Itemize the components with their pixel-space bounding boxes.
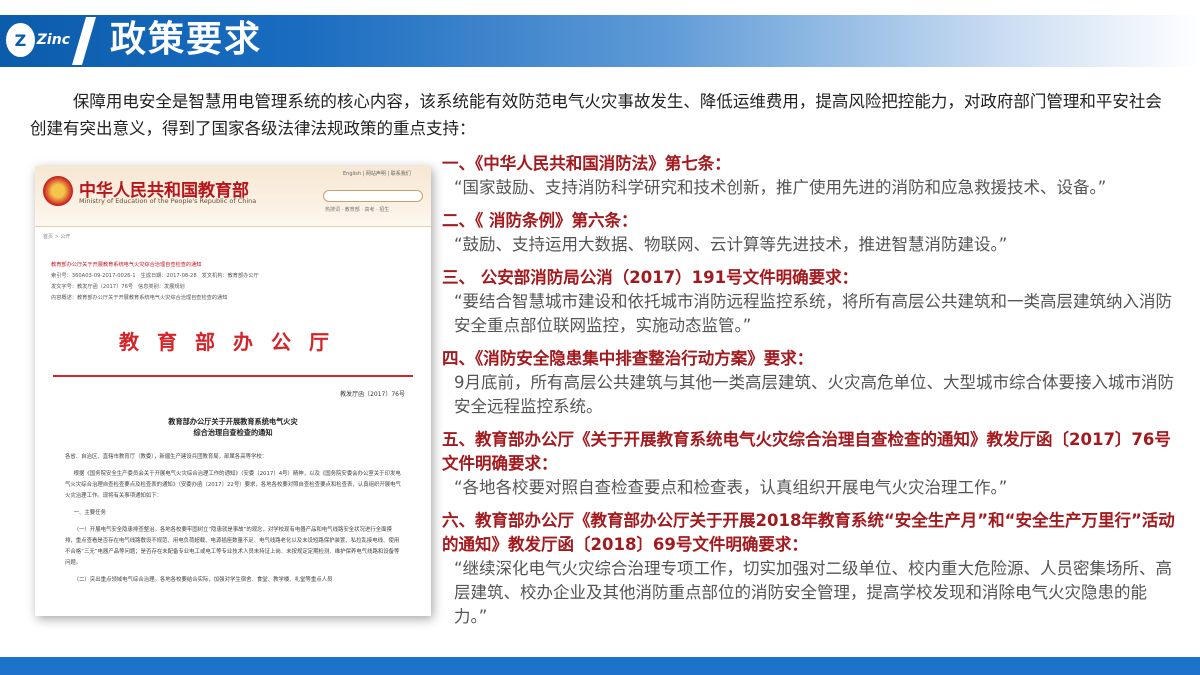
logo-circle-icon: Z <box>6 23 35 57</box>
document-meta: 教育部办公厅关于开展教育系统电气火灾综合治理自查检查的通知 索引号：360A03… <box>51 246 415 304</box>
policy-title: 三、 公安部消防局公消（2017）191号文件明确要求： <box>442 268 859 287</box>
document-paragraph: 根据《国务院安全生产委员会关于开展电气火灾综合治理工作的通知》（安委〔2017〕… <box>65 471 401 499</box>
policy-title: 六、教育部办公厅《教育部办公厅关于开展2018年教育系统“安全生产月”和“安全生… <box>442 511 1175 554</box>
meta-title: 教育部办公厅关于开展教育系统电气火灾综合治理自查检查的通知 <box>51 262 202 268</box>
policy-item: 二、《 消防条例》第六条： “鼓励、支持运用大数据、物联网、云计算等先进技术，推… <box>442 209 1177 257</box>
policy-item: 四、《消防安全隐患集中排查整治行动方案》要求： 9月底前，所有高层公共建筑与其他… <box>442 347 1177 419</box>
meta-row-2: 发文字号：教发厅函〔2017〕76号 信息类别：发展规划 <box>51 284 185 290</box>
document-top-links: English | 网站声明 | 联系我们 <box>343 171 411 177</box>
policy-quote: “各地各校要对照自查检查要点和检查表，认真组织开展电气火灾治理工作。” <box>454 478 1008 497</box>
document-paragraph: 一、主要任务 <box>73 510 106 516</box>
policy-title: 一、《中华人民共和国消防法》第七条： <box>442 154 731 173</box>
document-paragraph: 各省、自治区、直辖市教育厅（教委），新疆生产建设兵团教育局，部属各高等学校： <box>65 454 268 460</box>
document-hot-words: 热搜词 · 教育部 · 高考 · 招生 <box>325 207 390 213</box>
policy-title: 五、教育部办公厅《关于开展教育系统电气火灾综合治理自查检查的通知》教发厅函〔20… <box>442 430 1171 473</box>
document-paragraph: （二）突出重点领域电气综合治理。各地各校要结合实际，加强对学生宿舍、食堂、教学楼… <box>73 577 333 583</box>
footer-bar <box>0 657 1200 675</box>
ministry-document-image: 中华人民共和国教育部 Ministry of Education of the … <box>35 166 431 616</box>
document-body: 各省、自治区、直辖市教育厅（教委），新疆生产建设兵团教育局，部属各高等学校： 根… <box>65 452 401 586</box>
logo-text: Zinc <box>36 32 70 48</box>
document-subject: 教育部办公厅关于开展教育系统电气火灾 综合治理自查检查的通知 <box>168 417 298 437</box>
slash-decoration-icon <box>72 17 96 65</box>
ministry-english-name: Ministry of Education of the People's Re… <box>79 197 257 205</box>
meta-row-1: 索引号：360A03-09-2017-0026-1 生成日期：2017-08-2… <box>51 273 259 279</box>
policy-item: 三、 公安部消防局公消（2017）191号文件明确要求： “要结合智慧城市建设和… <box>442 266 1177 338</box>
policy-quote: “鼓励、支持运用大数据、物联网、云计算等先进技术，推进智慧消防建设。” <box>454 235 1008 254</box>
document-red-heading: 教育部办公厅 <box>53 326 413 377</box>
policy-quote: “国家鼓励、支持消防科学研究和技术创新，推广使用先进的消防和应急救援技术、设备。… <box>454 178 1107 197</box>
policy-quote: “要结合智慧城市建设和依托城市消防远程监控系统，将所有高层公共建筑和一类高层建筑… <box>454 292 1173 335</box>
intro-paragraph: 保障用电安全是智慧用电管理系统的核心内容，该系统能有效防范电气火灾事故发生、降低… <box>30 92 1162 138</box>
policy-item: 五、教育部办公厅《关于开展教育系统电气火灾综合治理自查检查的通知》教发厅函〔20… <box>442 428 1177 500</box>
document-paragraph: （一）开展电气安全隐患排查整治。各地各校要牢固树立“隐患就是事故”的观念，对学校… <box>65 527 400 566</box>
meta-row-3: 内容概述：教育部办公厅关于开展教育系统电气火灾综合治理自查检查的通知 <box>51 295 228 301</box>
zinc-logo: Z Zinc <box>6 20 70 60</box>
page-title: 政策要求 <box>110 19 263 60</box>
policy-quote: 9月底前，所有高层公共建筑与其他一类高层建筑、火灾高危单位、大型城市综合体要接入… <box>454 373 1174 416</box>
policy-item: 六、教育部办公厅《教育部办公厅关于开展2018年教育系统“安全生产月”和“安全生… <box>442 509 1177 629</box>
policy-title: 二、《 消防条例》第六条： <box>442 211 638 230</box>
document-number: 教发厅函〔2017〕76号 <box>340 391 405 398</box>
policy-quote: “继续深化电气火灾综合治理专项工作，切实加强对二级单位、校内重大危险源、人员密集… <box>454 559 1173 626</box>
document-breadcrumb: 首页 > 公开 <box>43 234 71 240</box>
policy-title: 四、《消防安全隐患集中排查整治行动方案》要求： <box>442 349 814 368</box>
document-search-box <box>323 190 423 202</box>
national-emblem-icon <box>43 176 73 206</box>
header: Z Zinc 政策要求 <box>0 0 1200 80</box>
policy-sections: 一、《中华人民共和国消防法》第七条： “国家鼓励、支持消防科学研究和技术创新，推… <box>442 152 1177 638</box>
policy-item: 一、《中华人民共和国消防法》第七条： “国家鼓励、支持消防科学研究和技术创新，推… <box>442 152 1177 200</box>
document-banner: 中华人民共和国教育部 Ministry of Education of the … <box>35 166 431 227</box>
